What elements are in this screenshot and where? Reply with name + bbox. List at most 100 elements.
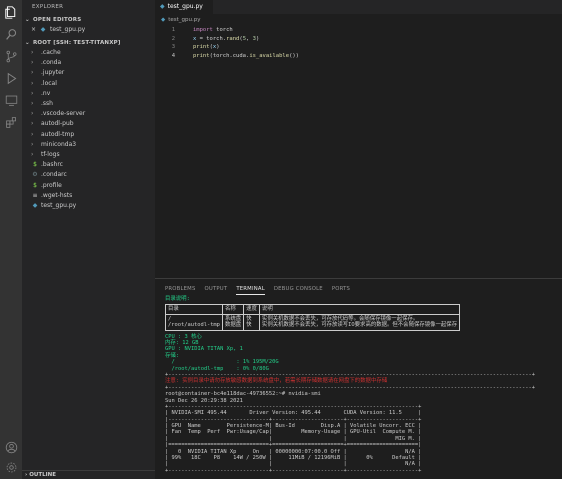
file-tree-label: .vscode-server: [41, 110, 86, 118]
table-cell: 实例关机数据不会丢失，可存放代码等。会随保存镜像一起保存。 实例关机数据不会丢失…: [258, 313, 461, 331]
chevron-right-icon: ›: [31, 69, 34, 77]
extensions-icon[interactable]: [4, 115, 18, 129]
remote-explorer-icon[interactable]: [4, 93, 18, 107]
dollar-icon: $: [33, 181, 37, 189]
code-token: print: [193, 53, 210, 60]
file-tree-item[interactable]: ≡ .wget-hsts: [22, 191, 155, 201]
dollar-icon: $: [33, 161, 37, 169]
code-token: torch: [212, 27, 233, 33]
bottom-panel: PROBLEMS OUTPUT TERMINAL DEBUG CONSOLE PORTS…: [155, 278, 562, 479]
file-tree-item[interactable]: › .jupyter: [22, 68, 155, 78]
file-tree-label: autodl-tmp: [41, 130, 75, 138]
line-number: 4: [171, 53, 175, 60]
chevron-right-icon: ›: [31, 120, 34, 128]
file-tree-label: .cache: [41, 49, 61, 56]
code-line: 1 import torch: [155, 26, 299, 35]
file-tree-label: .local: [41, 79, 57, 87]
table-cell: / /root/autodl-tmp: [165, 313, 223, 331]
activity-bar: [0, 0, 22, 479]
file-tree-item[interactable]: › autodl-tmp: [22, 130, 155, 140]
outline-section-header[interactable]: › OUTLINE: [22, 470, 155, 479]
table-header-cell: 速度: [243, 304, 260, 315]
tab-debug-console[interactable]: DEBUG CONSOLE: [274, 284, 323, 294]
python-file-icon: ◆: [32, 202, 38, 209]
chevron-right-icon: ›: [31, 151, 34, 158]
chevron-right-icon: ›: [31, 79, 34, 87]
file-tree-label: .jupyter: [41, 69, 65, 77]
chevron-right-icon: ›: [31, 110, 34, 118]
directory-table: 目录 名称 速度 说明 / /root/autodl-tmp 系统盘 数据盘 快…: [165, 304, 461, 331]
chevron-down-icon: ⌄: [25, 40, 30, 46]
tab-terminal[interactable]: TERMINAL: [236, 284, 265, 295]
chevron-right-icon: ›: [31, 140, 34, 148]
python-file-icon: ◆: [40, 26, 46, 33]
line-number: 2: [171, 35, 175, 42]
chevron-right-icon: ›: [31, 49, 34, 56]
code-token: ()): [289, 53, 299, 60]
file-tree-item[interactable]: $ .profile: [22, 181, 155, 191]
manage-gear-icon[interactable]: [4, 460, 18, 474]
file-tree-item[interactable]: ⚙ .condarc: [22, 170, 155, 180]
code-token: = torch.: [196, 35, 227, 42]
python-file-icon: ◆: [161, 17, 166, 23]
terminal[interactable]: 目录说明: 目录 名称 速度 说明 / /root/autodl-tmp 系统盘…: [165, 296, 560, 474]
tab-problems[interactable]: PROBLEMS: [165, 284, 196, 294]
chevron-right-icon: ›: [31, 100, 34, 107]
chevron-right-icon: ›: [25, 472, 28, 478]
file-tree-item[interactable]: › .ssh: [22, 99, 155, 109]
file-tree-label: .nv: [41, 89, 51, 97]
table-cell: 快 快: [243, 313, 260, 331]
code-line: 3 print(x): [155, 43, 299, 52]
tab-ports[interactable]: PORTS: [332, 284, 350, 294]
table-cell: 系统盘 数据盘: [221, 313, 245, 331]
source-control-icon[interactable]: [4, 49, 18, 63]
panel-tabs: PROBLEMS OUTPUT TERMINAL DEBUG CONSOLE PORTS: [165, 284, 359, 296]
explorer-icon[interactable]: [4, 5, 18, 19]
file-tree-item[interactable]: › miniconda3: [22, 140, 155, 150]
search-icon[interactable]: [4, 27, 18, 41]
nvidia-smi-output: +---------------------------------------…: [165, 404, 560, 474]
file-tree-label: .ssh: [41, 100, 53, 107]
chevron-right-icon: ›: [31, 89, 34, 97]
code-token: ): [255, 35, 260, 42]
file-tree-item[interactable]: › .cache: [22, 48, 155, 58]
explorer-sidebar: EXPLORER ⌄ OPEN EDITORS × ◆ test_gpu.py ⌄ RO…: [22, 0, 155, 479]
file-tree-label: test_gpu.py: [41, 202, 77, 209]
breadcrumb[interactable]: ◆ test_gpu.py: [161, 17, 201, 23]
file-tree-label: .conda: [41, 59, 62, 67]
file-tree-item[interactable]: $ .bashrc: [22, 160, 155, 170]
code-token: ,: [246, 35, 253, 42]
explorer-title: EXPLORER: [32, 4, 64, 10]
editor-tab-bar: ◆ test_gpu.py: [155, 0, 562, 14]
open-editors-header[interactable]: ⌄ OPEN EDITORS: [25, 17, 81, 23]
file-tree-label: .profile: [41, 181, 62, 189]
code-token: (torch.cuda.: [209, 53, 250, 60]
file-tree-item[interactable]: › tf-logs: [22, 150, 155, 160]
file-tree-item[interactable]: › .nv: [22, 89, 155, 99]
code-editor[interactable]: 1 import torch 2 x = torch.rand(5, 3) 3 print…: [155, 26, 299, 61]
file-tree-item[interactable]: › .conda: [22, 58, 155, 68]
file-tree-item[interactable]: › .local: [22, 79, 155, 89]
run-debug-icon[interactable]: [4, 71, 18, 85]
line-number: 1: [171, 27, 175, 33]
tab-test-gpu[interactable]: ◆ test_gpu.py: [155, 0, 213, 14]
open-editor-item[interactable]: × ◆ test_gpu.py: [22, 25, 155, 35]
table-header-cell: 目录: [165, 304, 223, 315]
file-tree-label: .bashrc: [41, 161, 63, 169]
code-line: 2x = torch.rand(5, 3): [155, 35, 299, 44]
file-tree-item[interactable]: › autodl-pub: [22, 119, 155, 129]
text-file-icon: ≡: [32, 191, 38, 199]
file-tree-label: autodl-pub: [41, 120, 74, 128]
file-tree-item[interactable]: › .vscode-server: [22, 109, 155, 119]
file-tree-label: .condarc: [41, 171, 67, 179]
smi-line: +-------------------------------+-------…: [165, 467, 422, 474]
code-line: 4 print(torch.cuda.is_available()): [155, 52, 299, 61]
table-header-cell: 说明: [258, 304, 461, 315]
file-tree-item[interactable]: ◆ test_gpu.py: [22, 201, 155, 211]
root-folder-header[interactable]: ⌄ ROOT [SSH: TEST-TITANXP]: [25, 40, 121, 46]
table-row: / /root/autodl-tmp 系统盘 数据盘 快 快 实例关机数据不会丢…: [165, 313, 461, 331]
close-icon[interactable]: ×: [31, 25, 39, 35]
account-icon[interactable]: [4, 440, 18, 454]
tab-output[interactable]: OUTPUT: [205, 284, 228, 294]
file-tree-label: tf-logs: [41, 151, 60, 158]
